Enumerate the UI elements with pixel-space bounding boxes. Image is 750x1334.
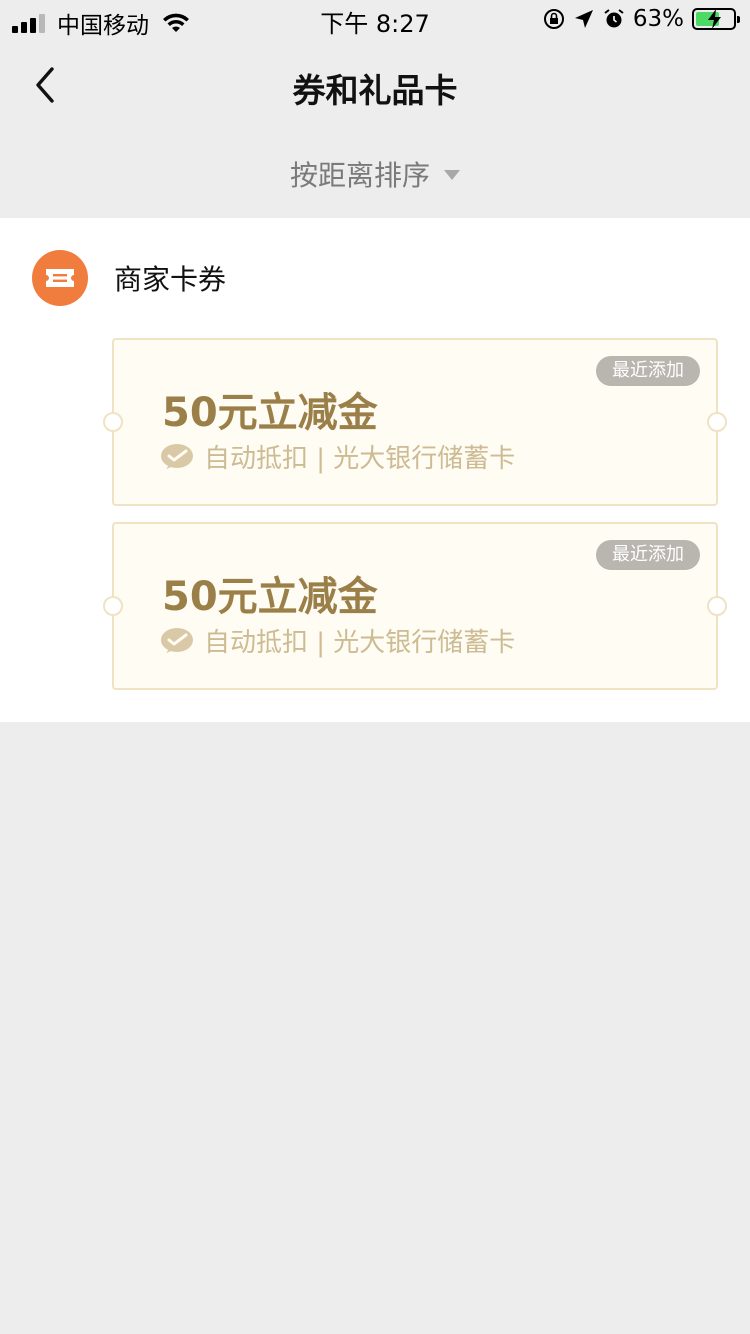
navigation-bar: 券和礼品卡 (0, 40, 750, 130)
coupon-description-row: 自动抵扣 | 光大银行储蓄卡 (160, 622, 515, 659)
alarm-icon (604, 9, 624, 28)
ticket-icon (32, 250, 88, 306)
battery-percent: 63% (632, 6, 684, 32)
coupon-notch-right (707, 412, 727, 432)
wechat-pay-icon (161, 443, 193, 469)
coupon-notch-left (103, 596, 123, 616)
triangle-down-icon (444, 170, 460, 180)
coupon-description: 自动抵扣 | 光大银行储蓄卡 (204, 444, 516, 474)
coupon-amount: 50元立减金 (162, 390, 378, 436)
section-header: 商家卡券 (32, 250, 226, 306)
page-title: 券和礼品卡 (292, 71, 458, 110)
coupon-card[interactable]: 最近添加 50元立减金 自动抵扣 | 光大银行储蓄卡 (103, 338, 727, 506)
coupon-notch-right (707, 596, 727, 616)
coupon-panel: 商家卡券 最近添加 50元立减金 自动抵扣 | 光大银行储蓄卡 最近添加 50元… (0, 218, 750, 722)
section-title: 商家卡券 (114, 263, 227, 296)
recently-added-badge: 最近添加 (596, 540, 700, 570)
coupon-amount: 50元立减金 (162, 574, 378, 620)
recently-added-badge: 最近添加 (596, 356, 700, 386)
status-bar: 中国移动 下午 8:27 63% (0, 0, 750, 40)
sort-bar: 按距离排序 (0, 130, 750, 218)
location-icon (574, 10, 593, 28)
status-right: 63% (543, 6, 740, 32)
sort-label: 按距离排序 (289, 159, 430, 192)
coupon-description-row: 自动抵扣 | 光大银行储蓄卡 (160, 438, 515, 475)
coupon-card[interactable]: 最近添加 50元立减金 自动抵扣 | 光大银行储蓄卡 (103, 522, 727, 690)
coupon-notch-left (103, 412, 123, 432)
sort-dropdown[interactable]: 按距离排序 (290, 154, 460, 194)
coupon-description: 自动抵扣 | 光大银行储蓄卡 (204, 628, 516, 658)
wechat-pay-icon (161, 627, 193, 653)
battery-icon (692, 8, 740, 30)
orientation-lock-icon (543, 9, 564, 29)
